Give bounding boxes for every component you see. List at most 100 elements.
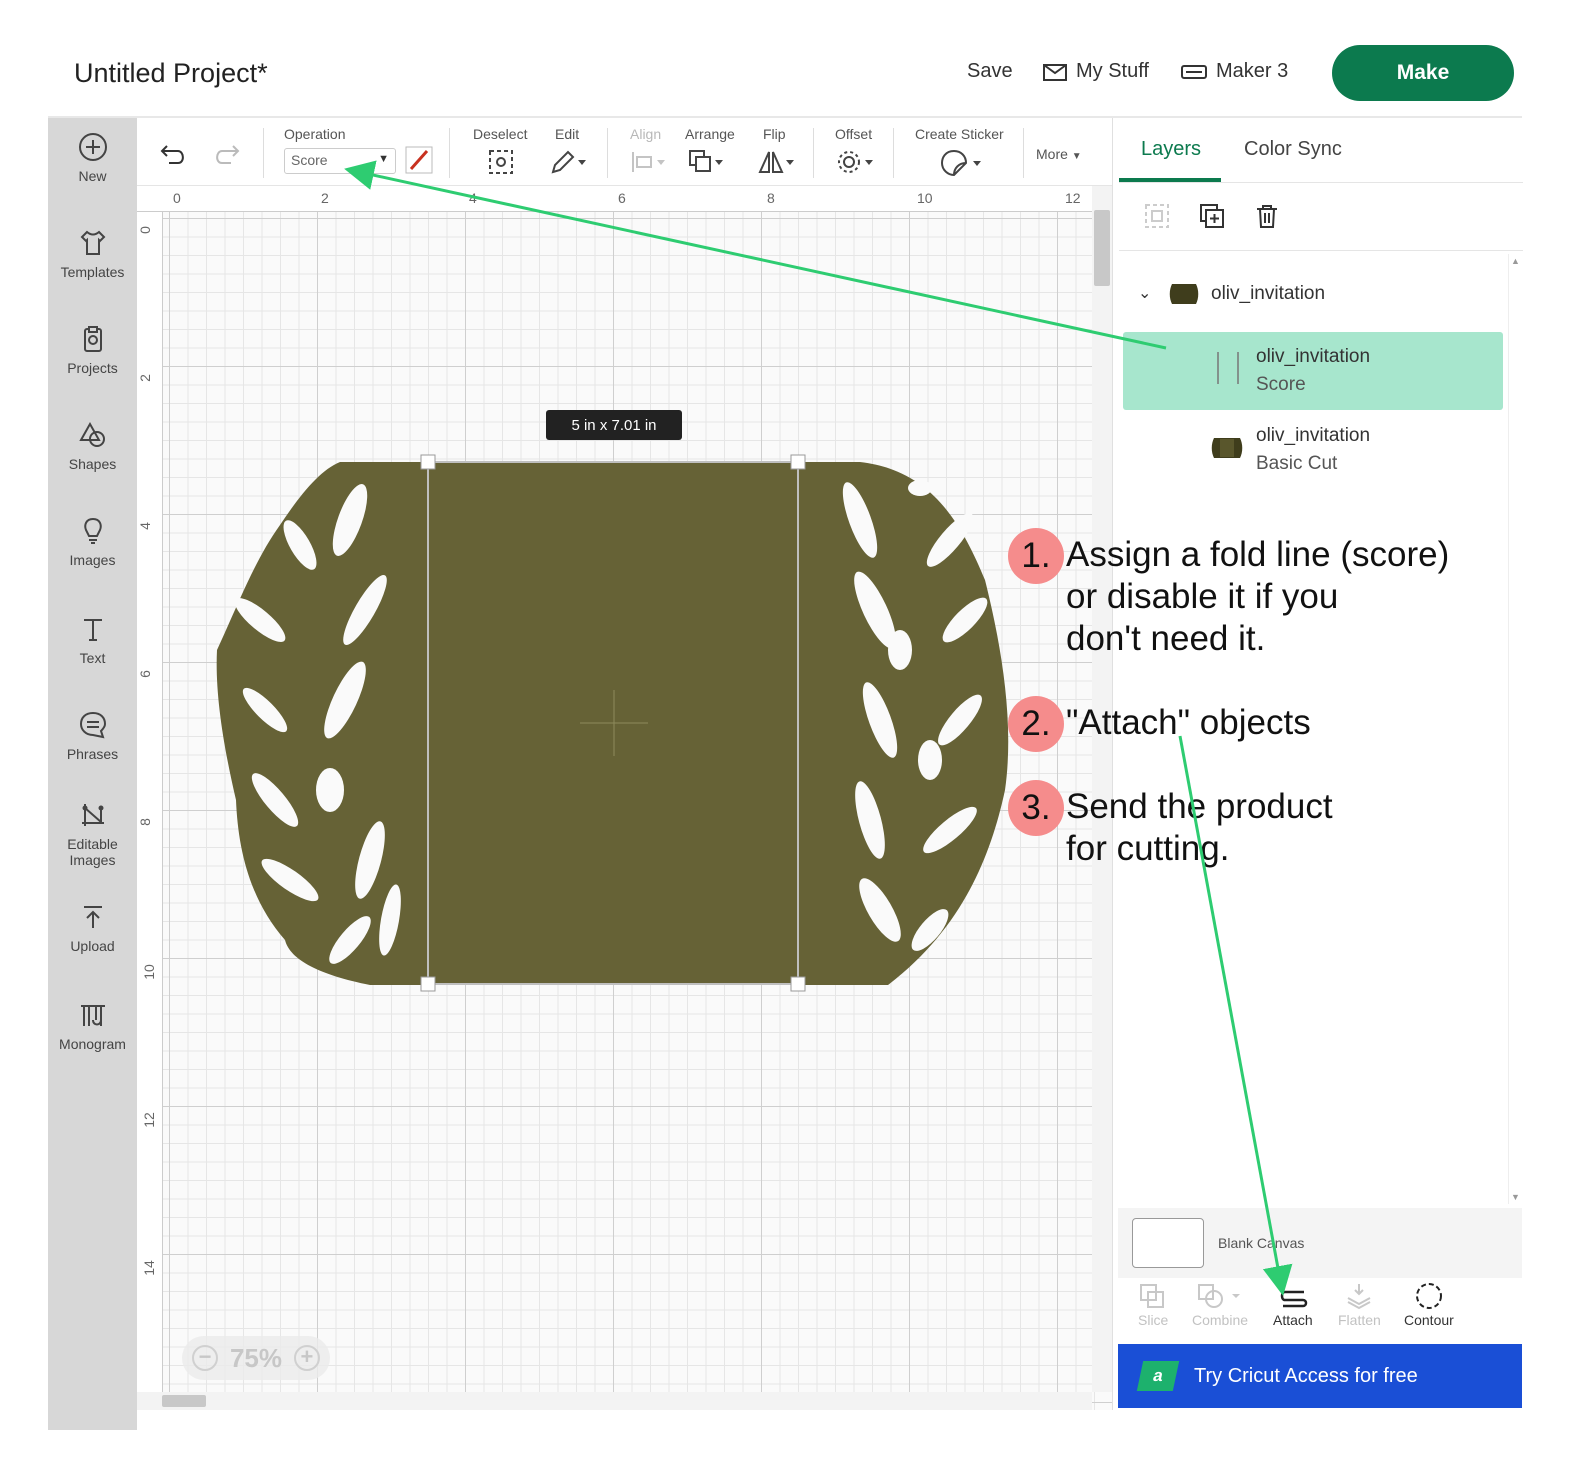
arrange-label: Arrange bbox=[685, 126, 735, 142]
sidebar-item-phrases[interactable]: Phrases bbox=[48, 710, 137, 762]
sidebar-item-editable-images[interactable]: Editable Images bbox=[48, 800, 137, 868]
sidebar-item-templates[interactable]: Templates bbox=[48, 228, 137, 280]
edit-toolbar: Operation Score ▼ Deselect Edit Align Ar… bbox=[137, 118, 1112, 186]
combine-icon bbox=[1198, 1284, 1241, 1308]
layer-row-score[interactable] bbox=[1123, 332, 1503, 410]
arrange-icon[interactable] bbox=[687, 148, 727, 176]
combine-button[interactable]: Combine bbox=[1192, 1282, 1248, 1328]
upload-icon bbox=[83, 906, 102, 928]
edit-label: Edit bbox=[555, 126, 580, 142]
my-stuff-button[interactable]: My Stuff bbox=[1042, 60, 1149, 83]
ruler-tick: 4 bbox=[136, 522, 153, 530]
zoom-in-icon[interactable]: + bbox=[293, 1345, 320, 1371]
step-text-line: don't need it. bbox=[1066, 619, 1266, 658]
access-logo-text: a bbox=[1151, 1366, 1165, 1385]
create-sticker-label: Create Sticker bbox=[915, 126, 1004, 142]
sticker-icon[interactable] bbox=[939, 148, 985, 178]
more-button[interactable]: More ▼ bbox=[1036, 146, 1082, 162]
project-title: Untitled Project* bbox=[74, 58, 268, 88]
sidebar-item-monogram[interactable]: Monogram bbox=[48, 1000, 137, 1052]
app-header: Untitled Project* Save My Stuff Maker 3 … bbox=[48, 30, 1538, 118]
blank-canvas-row[interactable]: Blank Canvas bbox=[1118, 1208, 1522, 1278]
ruler-top: 0 2 4 6 8 10 12 bbox=[137, 186, 1092, 212]
deselect-icon[interactable] bbox=[487, 148, 515, 176]
chevron-down-icon[interactable]: ⌄ bbox=[1138, 285, 1151, 302]
sidebar-item-projects[interactable]: Projects bbox=[48, 324, 137, 376]
horizontal-scroll-thumb[interactable] bbox=[162, 1395, 206, 1407]
duplicate-icon[interactable] bbox=[1198, 202, 1226, 230]
group-icon[interactable] bbox=[1143, 202, 1171, 230]
tab-layers[interactable]: Layers bbox=[1141, 138, 1201, 161]
align-icon[interactable] bbox=[629, 148, 669, 176]
undo-icon[interactable] bbox=[159, 140, 189, 168]
horizontal-scrollbar[interactable] bbox=[137, 1392, 1092, 1410]
blank-canvas-swatch[interactable] bbox=[1132, 1218, 1204, 1268]
layers-scrollbar[interactable]: ▲ ▼ bbox=[1508, 254, 1522, 1204]
ruler-tick: 10 bbox=[140, 964, 157, 980]
toolbar-divider bbox=[449, 128, 450, 178]
speech-bubble-icon bbox=[79, 711, 106, 739]
layer-thumbnail bbox=[1211, 438, 1243, 458]
layer-name: oliv_invitation bbox=[1256, 425, 1371, 446]
editable-image-icon bbox=[81, 804, 104, 826]
plus-circle-icon bbox=[78, 133, 107, 161]
step-text-line: "Attach" objects bbox=[1066, 703, 1311, 742]
operation-label: Operation bbox=[284, 126, 346, 142]
machine-selector[interactable]: Maker 3 bbox=[1180, 60, 1288, 83]
operation-value: Score bbox=[291, 152, 328, 168]
vertical-scroll-thumb[interactable] bbox=[1094, 210, 1110, 286]
layer-group-name: oliv_invitation bbox=[1211, 283, 1326, 304]
tab-color-sync[interactable]: Color Sync bbox=[1244, 138, 1342, 161]
sidebar-item-new[interactable]: New bbox=[48, 132, 137, 184]
ruler-tick: 0 bbox=[173, 190, 181, 206]
sidebar-item-upload[interactable]: Upload bbox=[48, 902, 137, 954]
shapes-icon bbox=[78, 421, 105, 447]
edit-pencil-icon[interactable] bbox=[549, 148, 589, 176]
zoom-out-icon[interactable]: − bbox=[192, 1345, 218, 1371]
scroll-up-icon[interactable]: ▲ bbox=[1511, 256, 1520, 266]
sidebar-item-shapes[interactable]: Shapes bbox=[48, 420, 137, 472]
toolbar-divider bbox=[1023, 128, 1024, 178]
flatten-label: Flatten bbox=[1338, 1312, 1381, 1328]
chevron-down-icon: ▼ bbox=[378, 153, 389, 165]
ruler-tick: 12 bbox=[1065, 190, 1081, 206]
attach-button[interactable]: Attach bbox=[1273, 1282, 1313, 1328]
attach-icon bbox=[1280, 1290, 1308, 1308]
step-text-line: Send the product bbox=[1066, 787, 1333, 826]
bulb-icon bbox=[83, 517, 102, 544]
cricut-access-banner[interactable]: a Try Cricut Access for free bbox=[1118, 1344, 1522, 1408]
slice-button[interactable]: Slice bbox=[1138, 1282, 1168, 1328]
layer-operation: Score bbox=[1256, 374, 1306, 395]
layer-group-row[interactable]: ⌄ bbox=[1138, 282, 1151, 304]
left-sidebar: New Templates Projects Shapes Images Tex… bbox=[48, 118, 137, 1430]
toolbar-divider bbox=[813, 128, 814, 178]
sidebar-label-shapes: Shapes bbox=[68, 456, 117, 472]
delete-icon[interactable] bbox=[1253, 202, 1281, 230]
scroll-down-icon[interactable]: ▼ bbox=[1511, 1192, 1520, 1202]
make-button[interactable]: Make bbox=[1332, 45, 1514, 101]
sidebar-item-text[interactable]: Text bbox=[48, 614, 137, 666]
toolbar-divider bbox=[893, 128, 894, 178]
score-line-color-swatch[interactable] bbox=[405, 146, 433, 174]
ruler-tick: 6 bbox=[618, 190, 626, 206]
chevron-down-icon: ▼ bbox=[1071, 151, 1082, 162]
invitation-design[interactable] bbox=[200, 450, 1020, 1000]
layer-thumbnail bbox=[1169, 284, 1199, 304]
ruler-tick: 2 bbox=[321, 190, 329, 206]
flatten-icon bbox=[1347, 1284, 1371, 1310]
sidebar-item-images[interactable]: Images bbox=[48, 516, 137, 568]
flip-icon[interactable] bbox=[757, 148, 797, 176]
ruler-tick: 0 bbox=[136, 226, 153, 234]
save-button[interactable]: Save bbox=[967, 60, 1013, 83]
attach-label: Attach bbox=[1273, 1312, 1313, 1328]
operation-select[interactable]: Score ▼ bbox=[284, 148, 396, 174]
ruler-tick: 10 bbox=[917, 190, 933, 206]
offset-icon[interactable] bbox=[835, 148, 877, 176]
tab-divider bbox=[1119, 182, 1523, 183]
step-badge: 2. bbox=[1008, 696, 1064, 752]
flatten-button[interactable]: Flatten bbox=[1338, 1282, 1381, 1328]
contour-button[interactable]: Contour bbox=[1404, 1282, 1454, 1328]
ruler-tick: 8 bbox=[136, 818, 153, 826]
step-text-line: or disable it if you bbox=[1066, 577, 1339, 616]
redo-icon[interactable] bbox=[211, 140, 241, 168]
